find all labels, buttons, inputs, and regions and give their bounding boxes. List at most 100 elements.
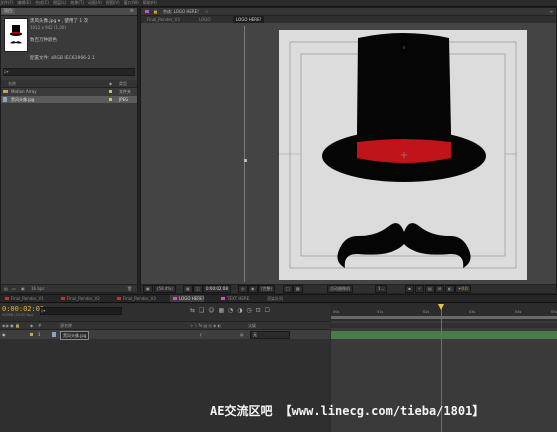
interpret-footage-icon[interactable]: ▤: [4, 285, 8, 292]
comp-canvas[interactable]: [273, 30, 527, 280]
layer-duration-bar[interactable]: [331, 331, 557, 339]
parent-pickwhip-icon[interactable]: ◎: [240, 330, 244, 339]
transparency-grid-icon[interactable]: ▩: [293, 285, 303, 293]
resolution-dropdown[interactable]: (完整): [258, 285, 276, 293]
label-color-swatch[interactable]: [30, 333, 33, 336]
comp-artwork: [273, 33, 517, 269]
safe-zones-icon[interactable]: ▦: [183, 285, 193, 293]
project-list-header: 名称 ◆ 类型: [1, 80, 137, 88]
folder-icon: [3, 90, 8, 93]
timeline-timecode[interactable]: 0:00:02:08: [2, 305, 44, 313]
roi-icon[interactable]: ▢: [283, 285, 293, 293]
lock-icon[interactable]: 🔒: [153, 8, 158, 15]
snapshot-icon[interactable]: ◎: [238, 285, 248, 293]
menu-help[interactable]: 帮助(H): [143, 0, 157, 5]
project-panel: 项目 ≡ 黑风头像.jpg ▾ , 使用了 1 次 1012 x 942 (1.…: [0, 7, 138, 292]
column-name[interactable]: 名称: [8, 80, 16, 87]
layer-switches-icon[interactable]: ∕: [200, 330, 201, 339]
list-item[interactable]: Motion Array 文件夹: [1, 88, 137, 95]
label-icon[interactable]: ◆: [30, 322, 33, 329]
ruler-tick-label: 05s: [551, 310, 557, 314]
close-icon[interactable]: ×: [205, 8, 208, 15]
timeline-fps: 00058 (25.00 fps): [2, 313, 34, 317]
column-source-name[interactable]: 源名称: [60, 322, 72, 329]
timeline-icon[interactable]: ▤: [425, 285, 435, 293]
ruler-tick-label: 01s: [377, 310, 384, 314]
zoom-dropdown[interactable]: (58.4%): [154, 285, 176, 293]
shy-icon[interactable]: ☺: [208, 307, 215, 314]
av-features-icon[interactable]: ◉◉ ● 🔒: [2, 322, 20, 329]
frame-blend-icon[interactable]: ▦: [218, 307, 225, 314]
menu-file[interactable]: 文件(F): [0, 0, 13, 5]
delete-icon[interactable]: 🗑: [127, 285, 132, 292]
menu-window[interactable]: 窗口(W): [124, 0, 139, 5]
menu-edit[interactable]: 编辑(E): [17, 0, 31, 5]
work-area-bar[interactable]: [331, 316, 557, 319]
comp-timecode[interactable]: 0:00:02:08: [203, 285, 231, 293]
draft-3d-icon[interactable]: ❑: [199, 307, 205, 314]
bpc-indicator[interactable]: 16 bpc: [31, 285, 45, 292]
grid-toggle-icon[interactable]: ▣: [143, 285, 153, 293]
guide-handle[interactable]: [244, 159, 247, 162]
panel-menu-icon[interactable]: ≡: [130, 8, 134, 14]
comp-color-swatch: [221, 297, 225, 300]
subtab-logo[interactable]: LOGO: [199, 16, 210, 23]
tab-project[interactable]: 项目: [1, 8, 15, 14]
timeline-search-input[interactable]: ρ▾: [40, 307, 122, 315]
menu-composition[interactable]: 合成(C): [35, 0, 49, 5]
composition-panel-header: 🔒 合成: LOGO HERE! × ≡: [141, 8, 556, 16]
project-search-input[interactable]: ρ▾: [3, 68, 135, 76]
comp-viewer[interactable]: [143, 26, 552, 282]
exposure-icon[interactable]: ◐: [445, 285, 455, 293]
motion-blur-icon[interactable]: ◔: [228, 307, 234, 314]
new-comp-icon[interactable]: ▣: [21, 285, 25, 292]
subtab-final-render[interactable]: Final_Render_V3: [147, 16, 180, 23]
render-icon[interactable]: ☐: [265, 307, 271, 314]
list-item[interactable]: 黑风头像.jpg JPEG: [1, 96, 137, 103]
tab-text-here[interactable]: TEXT HERE: [218, 295, 249, 302]
toggle-pixel-icon[interactable]: ▪: [405, 285, 414, 293]
show-channel-icon[interactable]: ◉: [248, 285, 258, 293]
views-dropdown[interactable]: 1...: [375, 285, 388, 293]
tracking-icon[interactable]: ⊡: [256, 307, 262, 314]
mask-toggle-icon[interactable]: ◫: [193, 285, 203, 293]
menu-effect[interactable]: 效果(T): [70, 0, 84, 5]
menu-animation[interactable]: 动画(A): [88, 0, 102, 5]
tab-final-render-v1[interactable]: Final_Render_V1: [2, 295, 44, 302]
flowchart-icon[interactable]: ⊞: [435, 285, 445, 293]
label-column-icon[interactable]: ◆: [109, 80, 112, 87]
menu-layer[interactable]: 图层(L): [53, 0, 66, 5]
fast-preview-icon[interactable]: ⚡: [415, 285, 424, 293]
tab-final-render-v3[interactable]: Final_Render_V3: [114, 295, 156, 302]
visibility-icon[interactable]: ◉: [2, 330, 6, 339]
exposure-value[interactable]: +0.0: [455, 285, 471, 293]
graph-editor-icon[interactable]: ◑: [237, 307, 243, 314]
comp-color-swatch: [5, 297, 9, 300]
layer-name[interactable]: 黑风头像.jpg: [60, 331, 90, 340]
comp-subtabs: Final_Render_V3 LOGO LOGO HERE!: [141, 16, 556, 23]
subtab-logo-here[interactable]: LOGO HERE!: [233, 16, 265, 23]
image-file-icon: [3, 97, 7, 102]
tab-composition[interactable]: 合成: LOGO HERE!: [163, 8, 199, 15]
menu-view[interactable]: 视图(V): [106, 0, 120, 5]
ruler-tick-label: 00s: [333, 310, 340, 314]
label-color-swatch[interactable]: [109, 98, 112, 101]
comp-mini-flowchart-icon[interactable]: ⇆: [190, 307, 196, 314]
label-color-swatch[interactable]: [109, 90, 112, 93]
table-row[interactable]: ◉ 1 黑风头像.jpg ∕ ◎ 无: [0, 330, 330, 340]
tab-logo-here[interactable]: LOGO HERE!: [170, 295, 205, 302]
panel-menu-icon[interactable]: ≡: [550, 8, 553, 15]
parent-dropdown[interactable]: 无: [250, 331, 290, 339]
guide-line[interactable]: [244, 26, 245, 282]
new-folder-icon[interactable]: ▭: [12, 285, 16, 292]
tab-render-queue[interactable]: 渲染队列: [258, 295, 283, 302]
camera-dropdown[interactable]: 活动摄像机: [327, 285, 353, 293]
keyframe-nav-icon[interactable]: ◷: [246, 307, 252, 314]
tab-final-render-v2[interactable]: Final_Render_V2: [58, 295, 100, 302]
switches-icon[interactable]: ⊹ ∖ fx ▤ ◎ ◈ ◐: [190, 322, 221, 329]
time-ruler[interactable]: 00s 01s 02s 03s 04s 05s: [331, 304, 557, 321]
column-parent[interactable]: 父级: [248, 322, 256, 329]
watermark-text: AE交流区吧 【www.linecg.com/tieba/1801】: [210, 404, 485, 418]
timeline-tabs: Final_Render_V1 Final_Render_V2 Final_Re…: [0, 295, 557, 303]
column-type[interactable]: 类型: [119, 80, 127, 87]
